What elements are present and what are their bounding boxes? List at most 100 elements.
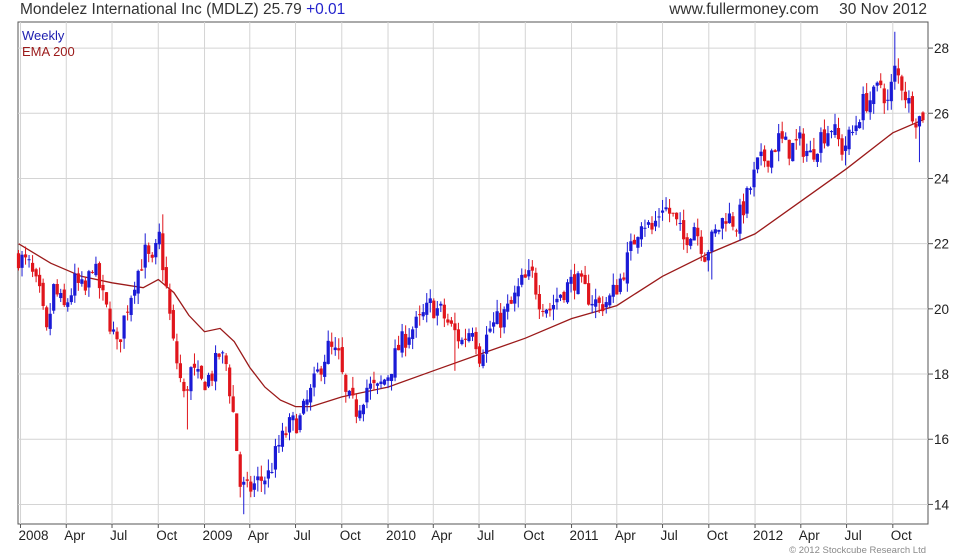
candle-body <box>76 273 80 283</box>
candle-body <box>446 319 450 323</box>
candle-body <box>773 150 777 152</box>
candle-body <box>667 207 672 214</box>
candle-body <box>685 237 689 246</box>
candle-body <box>618 278 622 292</box>
candle-body <box>432 300 436 319</box>
candle-body <box>235 413 239 452</box>
candle-body <box>337 348 341 351</box>
candle-body <box>126 311 130 313</box>
candle-body <box>449 320 453 324</box>
candle-body <box>826 133 830 146</box>
x-tick-label: Jul <box>477 528 494 543</box>
candle-body <box>713 229 717 234</box>
candle-body <box>502 309 506 328</box>
candle-body <box>460 339 464 345</box>
candle-body <box>407 337 411 345</box>
candle-body <box>801 133 805 157</box>
candle-body <box>755 157 760 170</box>
candle-body <box>294 418 299 434</box>
candle-body <box>896 68 900 76</box>
candle-body <box>361 404 365 415</box>
candle-body <box>442 304 446 319</box>
candle-body <box>404 333 408 348</box>
candle-body <box>80 279 84 284</box>
candle-body <box>692 227 696 241</box>
candle-body <box>477 346 482 364</box>
x-tick-label: Apr <box>799 528 821 543</box>
candle-body <box>917 116 922 127</box>
candle-body <box>280 430 285 447</box>
candle-body <box>499 312 503 328</box>
candle-body <box>428 298 432 303</box>
candle-body <box>298 415 302 430</box>
candle-body <box>699 236 703 254</box>
candle-body <box>411 329 415 340</box>
candle-body <box>263 480 267 485</box>
candle-body <box>97 263 102 289</box>
candle-body <box>470 333 475 337</box>
candle-body <box>597 297 601 303</box>
candle-body <box>291 415 295 421</box>
x-tick-label: 2010 <box>386 528 416 543</box>
candle-body <box>196 369 200 372</box>
candle-body <box>865 93 869 112</box>
y-tick-label: 22 <box>934 237 949 252</box>
candle-body <box>122 315 126 339</box>
candle-body <box>481 354 485 367</box>
candle-body <box>854 125 858 132</box>
candle-body <box>745 188 749 214</box>
candle-body <box>168 289 172 314</box>
candle-body <box>562 291 566 301</box>
candle-body <box>572 274 577 291</box>
candle-body <box>192 363 197 368</box>
candle-body <box>224 355 228 365</box>
candle-body <box>228 367 232 397</box>
candle-down <box>477 343 482 368</box>
candle-body <box>305 399 309 405</box>
candle-body <box>94 263 98 276</box>
candle-body <box>784 136 788 140</box>
candle-body <box>62 289 66 306</box>
x-tick-label: Jul <box>661 528 678 543</box>
y-tick-label: 24 <box>934 171 950 186</box>
candle-body <box>23 254 28 258</box>
candle-body <box>558 294 563 298</box>
candle-body <box>548 308 552 311</box>
x-tick-label: Oct <box>340 528 361 543</box>
candle-up <box>745 186 749 219</box>
candle-body <box>523 274 527 278</box>
candle-body <box>368 383 373 389</box>
candle-body <box>513 292 517 304</box>
candle-body <box>893 65 897 82</box>
candle-body <box>245 479 249 481</box>
candle-body <box>382 379 387 385</box>
candle-body <box>625 252 629 284</box>
candle-body <box>389 373 394 382</box>
candle-body <box>484 334 489 354</box>
candle-up <box>206 372 211 389</box>
candle-body <box>175 341 179 364</box>
candle-body <box>643 227 647 229</box>
candle-body <box>819 132 823 153</box>
candle-body <box>309 387 313 403</box>
candle-body <box>259 476 263 481</box>
candle-body <box>203 381 207 391</box>
candle-body <box>256 476 260 481</box>
candle-body <box>579 273 584 277</box>
candle-body <box>675 212 679 220</box>
candle-body <box>506 303 510 312</box>
candle-body <box>421 312 425 317</box>
candle-body <box>650 222 654 230</box>
candle-body <box>731 216 735 227</box>
candle-body <box>439 303 443 306</box>
candle-body <box>608 295 612 306</box>
candle-body <box>55 283 59 295</box>
candle-body <box>41 282 45 306</box>
candle-body <box>858 122 862 129</box>
candle-body <box>154 242 158 258</box>
candle-body <box>847 129 851 150</box>
candle-down <box>235 413 239 452</box>
x-tick-label: Jul <box>294 528 311 543</box>
candle-body <box>836 127 841 140</box>
candle-up <box>791 142 795 162</box>
